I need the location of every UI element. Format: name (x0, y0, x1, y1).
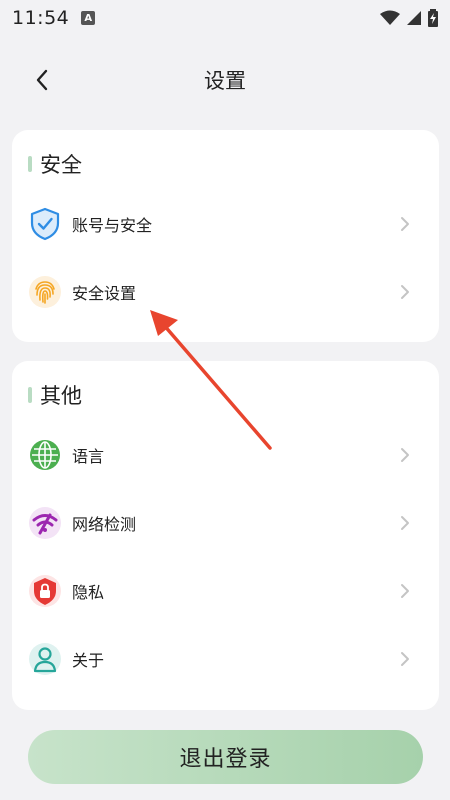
menu-item-label: 关于 (72, 651, 105, 670)
lock-shield-icon (28, 574, 62, 608)
chevron-right-icon (401, 516, 409, 530)
wifi-signal-icon (28, 506, 62, 540)
section-title: 安全 (40, 153, 82, 177)
menu-item-about[interactable]: 关于 (12, 629, 439, 689)
section-marker (28, 387, 32, 403)
menu-item-label: 语言 (72, 447, 105, 466)
menu-item-network-check[interactable]: 网络检测 (12, 493, 439, 553)
signal-icon (407, 11, 421, 25)
chevron-right-icon (401, 285, 409, 299)
section-header-security: 安全 (28, 150, 82, 178)
globe-icon (28, 438, 62, 472)
page-title: 设置 (204, 69, 246, 93)
menu-item-account-security[interactable]: 账号与安全 (12, 194, 439, 254)
wifi-icon (380, 10, 400, 25)
status-bar: 11:54 A (0, 0, 450, 36)
menu-item-label: 网络检测 (72, 515, 137, 534)
section-title: 其他 (40, 384, 82, 408)
security-section-card: 安全 账号与安全 安全设置 (12, 130, 439, 342)
section-marker (28, 156, 32, 172)
chevron-right-icon (401, 584, 409, 598)
logout-button[interactable]: 退出登录 (28, 730, 423, 784)
other-section-card: 其他 语言 网络检测 隐私 关于 (12, 361, 439, 710)
menu-item-label: 安全设置 (72, 284, 137, 303)
back-button[interactable] (28, 66, 56, 94)
chevron-right-icon (401, 652, 409, 666)
notification-icon: A (81, 11, 96, 25)
menu-item-label: 账号与安全 (72, 216, 153, 235)
chevron-right-icon (401, 448, 409, 462)
shield-check-icon (28, 207, 62, 241)
app-header: 设置 (0, 56, 450, 104)
menu-item-language[interactable]: 语言 (12, 425, 439, 485)
chevron-right-icon (401, 217, 409, 231)
menu-item-label: 隐私 (72, 583, 105, 602)
section-header-other: 其他 (28, 381, 82, 409)
logout-label: 退出登录 (179, 746, 272, 771)
status-time: 11:54 (12, 7, 70, 29)
menu-item-security-settings[interactable]: 安全设置 (12, 262, 439, 322)
fingerprint-icon (28, 275, 62, 309)
battery-charging-icon (428, 9, 438, 27)
status-icons (380, 9, 438, 27)
chevron-left-icon (36, 69, 48, 91)
menu-item-privacy[interactable]: 隐私 (12, 561, 439, 621)
person-icon (28, 642, 62, 676)
